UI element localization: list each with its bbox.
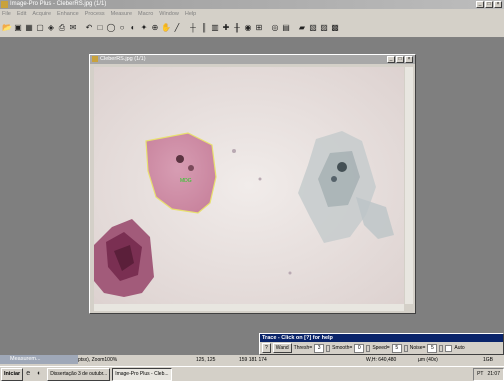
histogram-icon[interactable]: ▥ [210, 23, 220, 33]
horizontal-scrollbar[interactable] [94, 304, 404, 311]
save-icon[interactable]: ▣ [13, 23, 23, 33]
auto-checkbox[interactable] [445, 344, 453, 352]
status-size: W,H: 640,480 [366, 357, 397, 363]
status-units: µm (40x) [418, 357, 438, 363]
print-icon[interactable]: ⎙ [57, 23, 67, 33]
new-image-icon[interactable]: ▢ [35, 23, 45, 33]
menu-window[interactable]: Window [159, 11, 179, 17]
open-icon[interactable]: 📂 [2, 23, 12, 33]
menu-macro[interactable]: Macro [138, 11, 153, 17]
profile-icon[interactable]: ┼ [188, 23, 198, 33]
status-coords: 125, 125 [196, 357, 216, 363]
circle-tool-icon[interactable]: ○ [117, 23, 127, 33]
doc-maximize-button[interactable]: □ [396, 56, 404, 63]
document-title: CleberRS.jpg (1/1) [100, 56, 146, 62]
thresh-field[interactable]: 3 [314, 343, 325, 353]
menu-bar: File Edit Acquire Enhance Process Measur… [0, 9, 504, 19]
app-icon [1, 1, 8, 8]
menu-measure[interactable]: Measure [111, 11, 132, 17]
stack-icon[interactable]: ▨ [319, 23, 329, 33]
menu-help[interactable]: Help [185, 11, 196, 17]
export-icon[interactable]: ▧ [308, 23, 318, 33]
paint-icon[interactable]: ◐ [128, 23, 138, 33]
noise-spinner[interactable] [439, 344, 444, 352]
document-caption-buttons: _ □ × [387, 56, 413, 63]
grid-icon[interactable]: ▦ [24, 23, 34, 33]
thresh-spinner[interactable] [326, 344, 331, 352]
measurements-title: Measurem... [10, 356, 41, 362]
ie-icon[interactable]: e [23, 369, 33, 379]
measure-icon[interactable]: ⊞ [254, 23, 264, 33]
smooth-label: Smooth= [332, 345, 353, 351]
line-tool-icon[interactable]: ╱ [172, 23, 182, 33]
doc-minimize-button[interactable]: _ [387, 56, 395, 63]
document-icon [92, 56, 98, 62]
taskbar: Iniciar e ◐ Dissertação 3 de outubr... I… [0, 366, 504, 381]
menu-file[interactable]: File [2, 11, 11, 17]
mail-icon[interactable]: ✉ [68, 23, 78, 33]
wand-icon[interactable]: ✦ [139, 23, 149, 33]
trace-help-button[interactable]: ? [262, 343, 271, 353]
system-tray: PT 21:07 [473, 367, 504, 381]
micrograph-image[interactable]: MDG [94, 67, 404, 304]
document-title-bar: CleberRS.jpg (1/1) _ □ × [90, 55, 415, 64]
trace-title: Trace - Click on [?] for help [260, 334, 503, 342]
ellipse-tool-icon[interactable]: ◯ [106, 23, 116, 33]
menu-edit[interactable]: Edit [17, 11, 26, 17]
wand-button[interactable]: Wand [272, 343, 292, 353]
smooth-field[interactable]: 0 [354, 343, 365, 353]
micrograph-svg: MDG [94, 67, 404, 304]
menu-process[interactable]: Process [85, 11, 105, 17]
smooth-spinner[interactable] [366, 344, 371, 352]
noise-field[interactable]: 5 [427, 343, 438, 353]
start-button[interactable]: Iniciar [1, 367, 24, 381]
caption-buttons: _ □ × [476, 1, 502, 8]
image-document-window[interactable]: CleberRS.jpg (1/1) _ □ × MDG [89, 54, 416, 314]
menu-enhance[interactable]: Enhance [57, 11, 79, 17]
eye-icon[interactable]: ◉ [243, 23, 253, 33]
undo-icon[interactable]: ↶ [84, 23, 94, 33]
desktop-icon[interactable]: ◐ [34, 369, 44, 379]
app-title: Image-Pro Plus - CleberRS.jpg (1/1) [10, 1, 107, 7]
bars-icon[interactable]: ║ [199, 23, 209, 33]
align-icon[interactable]: ╫ [232, 23, 242, 33]
task-image-pro-plus[interactable]: Image-Pro Plus - Cleb... [112, 367, 172, 381]
language-indicator[interactable]: PT [477, 369, 483, 380]
magnify-icon[interactable]: ⊕ [150, 23, 160, 33]
rectangle-tool-icon[interactable]: □ [95, 23, 105, 33]
cell-label: MDG [180, 178, 192, 184]
crosshair-icon[interactable]: ✚ [221, 23, 231, 33]
noise-label: Noise= [409, 345, 426, 351]
speed-field[interactable]: 5 [391, 343, 402, 353]
task-dissertacao[interactable]: Dissertação 3 de outubr... [47, 367, 111, 381]
clock: 21:07 [487, 370, 500, 377]
status-zoom: ptsx), Zoom100% [78, 357, 118, 363]
zoom-icon[interactable]: ◎ [270, 23, 280, 33]
measurements-window-minimized[interactable]: Measurem... [0, 355, 78, 364]
status-memory: 1GB [483, 357, 494, 363]
maximize-button[interactable]: □ [485, 1, 493, 8]
app-title-bar: Image-Pro Plus - CleberRS.jpg (1/1) _ □ … [0, 0, 504, 9]
menu-acquire[interactable]: Acquire [32, 11, 51, 17]
speed-label: Speed= [372, 345, 390, 351]
trace-panel: Trace - Click on [?] for help ? Wand Thr… [259, 333, 504, 355]
auto-label: Auto [454, 345, 465, 351]
hand-icon[interactable]: ✋ [161, 23, 171, 33]
layout-icon[interactable]: ▤ [281, 23, 291, 33]
speed-spinner[interactable] [403, 344, 408, 352]
minimize-button[interactable]: _ [476, 1, 484, 8]
close-button[interactable]: × [494, 1, 502, 8]
layers-icon[interactable]: ◈ [46, 23, 56, 33]
stack2-icon[interactable]: ▩ [330, 23, 340, 33]
doc-close-button[interactable]: × [405, 56, 413, 63]
toolbar: 📂 ▣ ▦ ▢ ◈ ⎙ ✉ ↶ □ ◯ ○ ◐ ✦ ⊕ ✋ ╱ ┼ ║ ▥ ✚ … [0, 19, 504, 38]
vertical-scrollbar[interactable] [405, 67, 413, 304]
status-rgb: 159 181 174 [239, 357, 267, 363]
thresh-label: Thresh= [293, 345, 313, 351]
chart-icon[interactable]: ▰ [297, 23, 307, 33]
